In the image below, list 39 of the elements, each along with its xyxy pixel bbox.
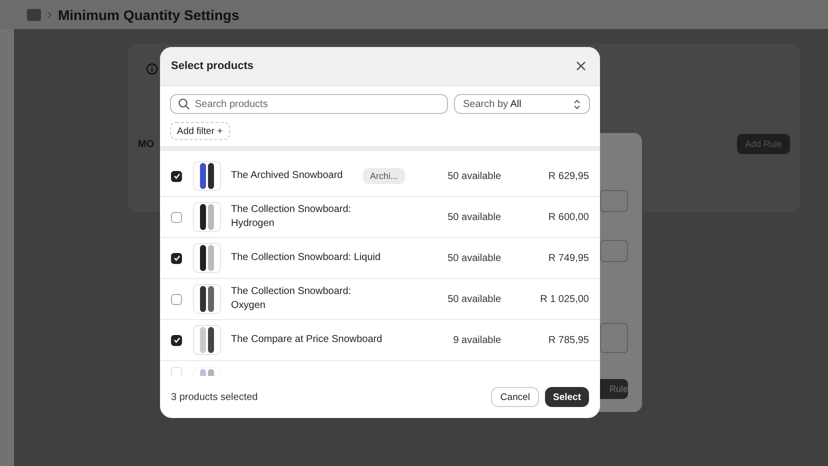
product-price: R 629,95 [547,170,589,182]
add-filter-button[interactable]: Add filter + [170,122,230,140]
stock-count: 9 available [452,334,501,346]
snowboard-thumbnail [193,161,221,191]
status-badge: Archi... [363,168,406,184]
close-icon[interactable] [574,59,588,73]
chevron-icon [573,98,581,110]
dialog-title: Select products [171,60,254,72]
product-name: The Collection Snowboard: Liquid [231,251,382,265]
snowboard-thumbnail [193,325,221,355]
stock-count: 50 available [446,294,501,304]
snowboard-thumbnail [193,284,221,314]
search-by-select[interactable]: Search by All [454,94,590,114]
product-name: The Archived Snowboard [231,169,344,183]
product-price: R 600,00 [547,212,589,222]
stock-count: 50 available [446,170,501,182]
app-logo-icon [27,8,41,20]
product-name: The Compare at Price Snowboard [231,333,384,347]
info-icon [146,63,158,75]
select-button[interactable]: Select [545,387,589,407]
checkbox[interactable] [171,212,182,222]
page-title: Minimum Quantity Settings [58,6,240,22]
selection-count: 3 products selected [171,392,258,402]
checkbox[interactable] [171,252,182,264]
stock-count: 50 available [446,252,501,264]
cancel-button[interactable]: Cancel [491,387,539,407]
product-price: R 785,95 [547,334,589,346]
chevron-icon [47,10,52,18]
checkbox[interactable] [171,294,182,304]
search-field[interactable]: Search products [170,94,448,114]
stock-count: 50 available [446,212,501,222]
product-name: The Collection Snowboard: Oxygen [231,285,352,313]
snowboard-thumbnail [193,243,221,273]
snowboard-thumbnail [193,202,221,232]
checkbox[interactable] [171,334,182,346]
product-price: R 749,95 [547,252,589,264]
product-price: R 1 025,00 [539,294,589,304]
checkbox[interactable] [171,170,182,182]
product-name: The Collection Snowboard: Hydrogen [231,203,352,231]
